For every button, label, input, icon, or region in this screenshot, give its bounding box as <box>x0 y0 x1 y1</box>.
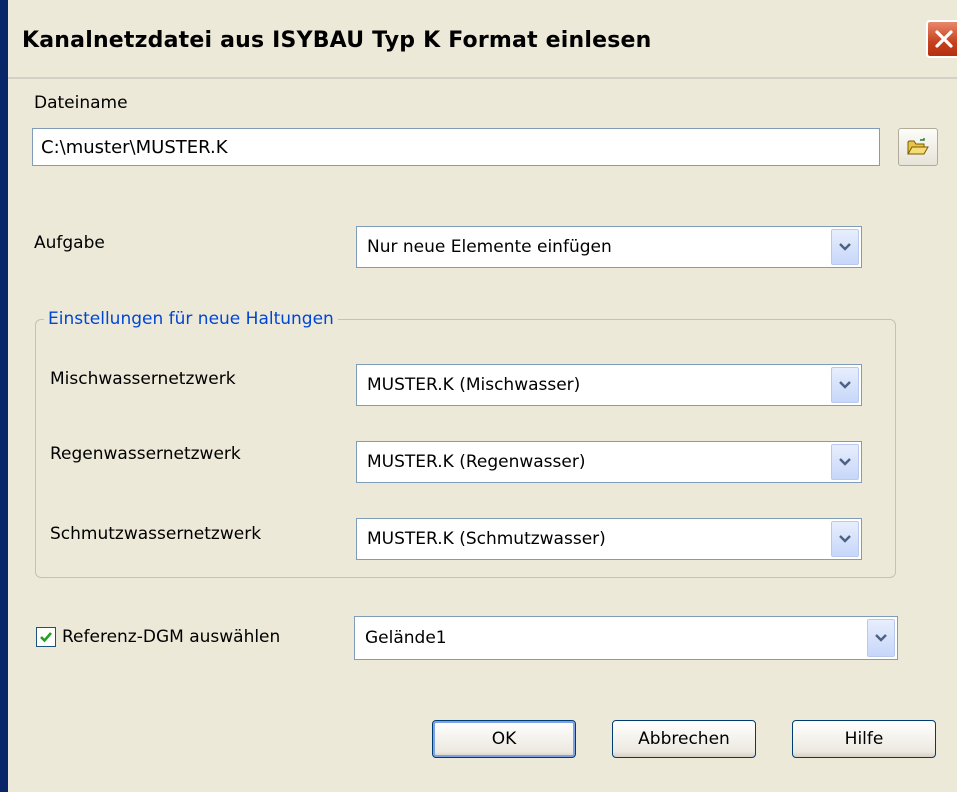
dialog-title: Kanalnetzdatei aus ISYBAU Typ K Format e… <box>22 28 652 53</box>
window-frame-left <box>0 0 8 792</box>
cancel-button[interactable]: Abbrechen <box>612 720 756 758</box>
title-bar[interactable]: Kanalnetzdatei aus ISYBAU Typ K Format e… <box>8 0 957 80</box>
reference-dgm-dropdown-button[interactable] <box>867 619 895 657</box>
reference-dgm-label[interactable]: Referenz-DGM auswählen <box>62 627 280 647</box>
filename-value: C:\muster\MUSTER.K <box>41 136 228 158</box>
help-button[interactable]: Hilfe <box>792 720 936 758</box>
rain-water-dropdown-button[interactable] <box>831 444 859 480</box>
mixed-water-dropdown-button[interactable] <box>831 367 859 403</box>
group-title: Einstellungen für neue Haltungen <box>44 309 338 329</box>
chevron-down-icon <box>839 243 851 251</box>
task-label: Aufgabe <box>34 233 105 253</box>
close-icon <box>935 30 953 48</box>
mixed-water-value: MUSTER.K (Mischwasser) <box>367 375 581 395</box>
waste-water-value: MUSTER.K (Schmutzwasser) <box>367 529 606 549</box>
browse-button[interactable] <box>898 128 938 166</box>
folder-open-icon <box>907 138 929 155</box>
chevron-down-icon <box>839 535 851 543</box>
task-select[interactable]: Nur neue Elemente einfügen <box>356 226 862 268</box>
close-button[interactable] <box>926 20 957 58</box>
waste-water-label: Schmutzwassernetzwerk <box>50 524 262 544</box>
rain-water-value: MUSTER.K (Regenwasser) <box>367 452 586 472</box>
check-icon <box>40 632 52 643</box>
waste-water-select[interactable]: MUSTER.K (Schmutzwasser) <box>356 518 862 560</box>
reference-dgm-checkbox[interactable] <box>36 627 56 647</box>
mixed-water-label: Mischwassernetzwerk <box>50 369 236 389</box>
filename-input[interactable]: C:\muster\MUSTER.K <box>32 128 880 166</box>
task-dropdown-button[interactable] <box>831 229 859 265</box>
mixed-water-select[interactable]: MUSTER.K (Mischwasser) <box>356 364 862 406</box>
rain-water-select[interactable]: MUSTER.K (Regenwasser) <box>356 441 862 483</box>
task-value: Nur neue Elemente einfügen <box>367 237 612 257</box>
title-divider <box>8 77 957 79</box>
reference-dgm-value: Gelände1 <box>365 628 447 648</box>
chevron-down-icon <box>875 634 887 642</box>
ok-button[interactable]: OK <box>432 720 576 758</box>
reference-dgm-select[interactable]: Gelände1 <box>354 616 898 660</box>
chevron-down-icon <box>839 458 851 466</box>
chevron-down-icon <box>839 381 851 389</box>
waste-water-dropdown-button[interactable] <box>831 521 859 557</box>
rain-water-label: Regenwassernetzwerk <box>50 444 241 464</box>
filename-label: Dateiname <box>34 93 128 113</box>
